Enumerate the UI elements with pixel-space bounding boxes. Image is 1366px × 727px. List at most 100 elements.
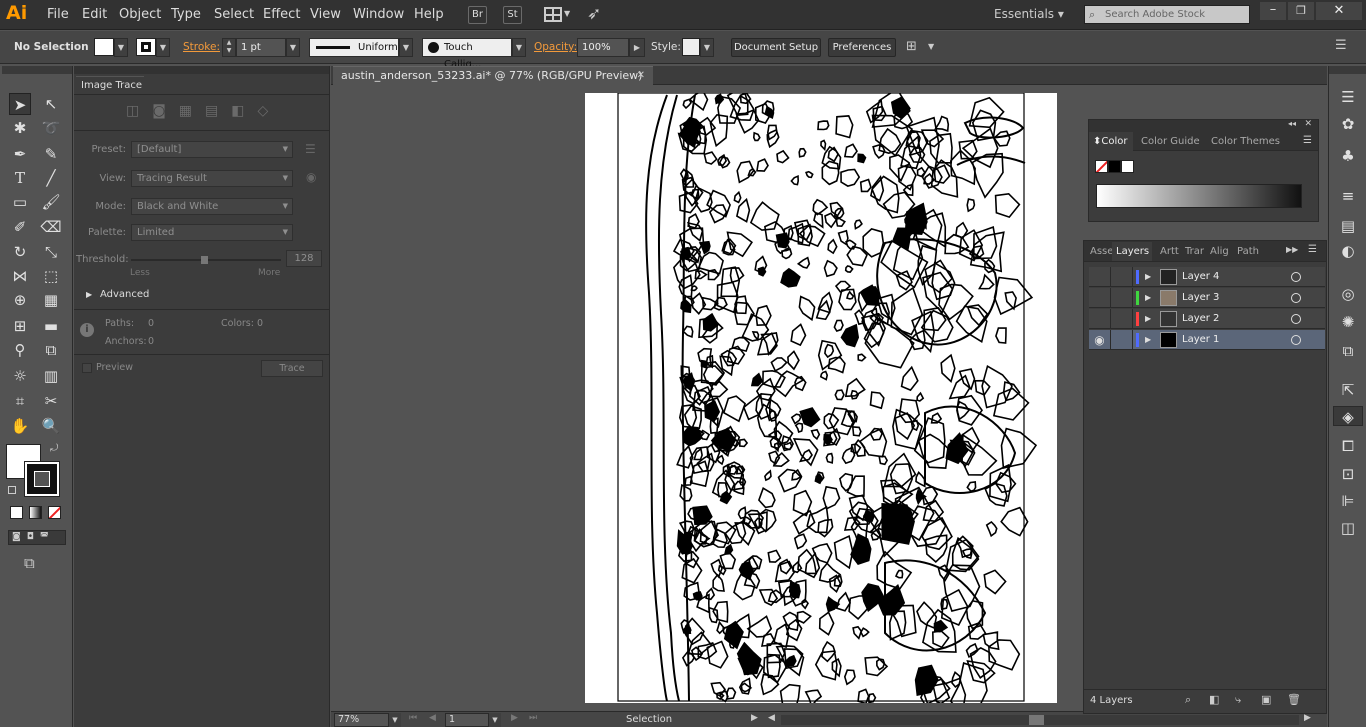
direct-selection-tool-icon[interactable]: ↖ bbox=[40, 93, 62, 115]
more-tabs-icon[interactable]: ▶▶ bbox=[1286, 245, 1298, 254]
default-colors-icon[interactable] bbox=[8, 486, 16, 494]
hand-tool-icon[interactable]: ✋ bbox=[9, 415, 31, 437]
style-dropdown[interactable]: ▼ bbox=[700, 38, 714, 57]
close-tab-icon[interactable]: ✕ bbox=[637, 67, 645, 84]
symbols-icon[interactable]: ♣ bbox=[1338, 146, 1358, 166]
free-transform-tool-icon[interactable]: ⬚ bbox=[40, 265, 62, 287]
view-select[interactable]: Tracing Result ▼ bbox=[131, 170, 293, 187]
tab-color[interactable]: ⬍Color bbox=[1089, 132, 1133, 151]
width-tool-icon[interactable]: ⋈ bbox=[9, 265, 31, 287]
opacity-dropdown[interactable]: ▶ bbox=[629, 38, 645, 57]
opacity-label[interactable]: Opacity: bbox=[534, 41, 577, 53]
tab-pathfinder[interactable]: Path bbox=[1237, 242, 1259, 261]
lock-toggle[interactable] bbox=[1111, 330, 1133, 350]
lock-toggle[interactable] bbox=[1111, 288, 1133, 308]
expand-triangle-icon[interactable]: ▶ bbox=[1145, 309, 1151, 329]
collapse-icon[interactable]: ◂◂ bbox=[1288, 119, 1296, 128]
menu-select[interactable]: Select bbox=[214, 7, 254, 22]
stroke-stepper[interactable]: ▲ ▼ bbox=[222, 38, 236, 57]
expand-triangle-icon[interactable]: ▶ bbox=[1145, 330, 1151, 350]
menu-file[interactable]: File bbox=[47, 7, 69, 22]
target-circle-icon[interactable] bbox=[1291, 272, 1301, 282]
stroke-icon[interactable]: ≡ bbox=[1338, 186, 1358, 206]
eyedropper-tool-icon[interactable]: ⚲ bbox=[9, 339, 31, 361]
stroke-weight-dropdown[interactable]: ▼ bbox=[286, 38, 300, 57]
none-mode-icon[interactable] bbox=[48, 506, 61, 519]
menu-edit[interactable]: Edit bbox=[82, 7, 107, 22]
target-circle-icon[interactable] bbox=[1291, 314, 1301, 324]
fill-swatch[interactable] bbox=[94, 38, 114, 56]
menu-type[interactable]: Type bbox=[171, 7, 201, 22]
trash-icon[interactable]: 🗑 bbox=[1287, 693, 1301, 706]
brush-definition[interactable]: Touch Callig... bbox=[422, 38, 512, 70]
search-stock-input[interactable]: ⌕ Search Adobe Stock bbox=[1084, 5, 1250, 24]
artboard-tool-icon[interactable]: ⌗ bbox=[9, 390, 31, 412]
align-icon[interactable]: ⊫ bbox=[1338, 491, 1358, 511]
draw-mode-buttons[interactable]: ◙◘◚ bbox=[8, 530, 66, 545]
links-icon[interactable]: ⧉ bbox=[1338, 341, 1358, 361]
chevron-down-icon[interactable]: ▼ bbox=[564, 9, 570, 18]
layer-name[interactable]: Layer 2 bbox=[1182, 309, 1219, 329]
expand-triangle-icon[interactable]: ▶ bbox=[1145, 267, 1151, 287]
brushes-icon[interactable]: ✿ bbox=[1338, 114, 1358, 134]
properties-icon[interactable]: ☰ bbox=[1338, 87, 1358, 107]
panel-menu-icon[interactable]: ☰ bbox=[1303, 135, 1312, 146]
preview-checkbox[interactable] bbox=[82, 363, 92, 373]
tab-artboards[interactable]: Artt bbox=[1160, 242, 1179, 261]
close-panel-icon[interactable]: ✕ bbox=[1304, 119, 1312, 129]
preferences-button[interactable]: Preferences bbox=[828, 38, 896, 57]
artboards-icon[interactable]: ⧠ bbox=[1338, 436, 1358, 456]
status-menu-icon[interactable]: ▶ bbox=[751, 713, 758, 723]
trace-button[interactable]: Trace bbox=[261, 360, 323, 377]
menu-effect[interactable]: Effect bbox=[263, 7, 300, 22]
selection-tool-icon[interactable]: ➤ bbox=[9, 93, 31, 115]
layer-name[interactable]: Layer 4 bbox=[1182, 267, 1219, 287]
previous-artboard-icon[interactable]: ◀ bbox=[429, 713, 436, 723]
workspace-switcher[interactable]: Essentials ▾ bbox=[994, 7, 1064, 21]
type-tool-icon[interactable]: T bbox=[9, 167, 31, 189]
scroll-right-icon[interactable]: ▶ bbox=[1304, 713, 1311, 723]
grayscale-ramp[interactable] bbox=[1096, 184, 1302, 208]
rectangle-tool-icon[interactable]: ▭ bbox=[9, 191, 31, 213]
panel-header[interactable] bbox=[74, 66, 329, 74]
screen-mode-icon[interactable]: ⧉ bbox=[24, 555, 46, 571]
graphic-style-swatch[interactable] bbox=[682, 38, 700, 56]
column-graph-tool-icon[interactable]: ▥ bbox=[40, 365, 62, 387]
zoom-dropdown[interactable]: ▼ bbox=[389, 713, 401, 727]
profile-dropdown[interactable]: ▼ bbox=[399, 38, 413, 57]
expand-triangle-icon[interactable]: ▶ bbox=[1145, 288, 1151, 308]
menu-view[interactable]: View bbox=[310, 7, 341, 22]
lasso-tool-icon[interactable]: ➰ bbox=[40, 117, 62, 139]
locate-object-icon[interactable]: ⌕ bbox=[1185, 693, 1191, 707]
panel-header[interactable]: ◂◂ ✕ bbox=[1089, 119, 1318, 132]
threshold-slider[interactable] bbox=[131, 256, 281, 264]
stroke-swatch[interactable] bbox=[136, 38, 156, 56]
appearance-icon[interactable]: ◎ bbox=[1338, 284, 1358, 304]
pathfinder-icon[interactable]: ◫ bbox=[1338, 518, 1358, 538]
gpu-performance-icon[interactable]: ➶ bbox=[587, 4, 601, 24]
slice-tool-icon[interactable]: ✂ bbox=[40, 390, 62, 412]
document-setup-button[interactable]: Document Setup bbox=[731, 38, 821, 57]
shaper-tool-icon[interactable]: ✐ bbox=[9, 216, 31, 238]
magic-wand-tool-icon[interactable]: ✱ bbox=[9, 117, 31, 139]
threshold-field[interactable]: 128 bbox=[286, 250, 322, 267]
gradient-mode-icon[interactable] bbox=[29, 506, 42, 519]
mode-select[interactable]: Black and White ▼ bbox=[131, 198, 293, 215]
mesh-tool-icon[interactable]: ⊞ bbox=[9, 315, 31, 337]
line-tool-icon[interactable]: ╱ bbox=[40, 167, 62, 189]
layer-row[interactable]: ▶ Layer 3 bbox=[1089, 288, 1325, 308]
tab-color-themes[interactable]: Color Themes bbox=[1211, 132, 1280, 151]
arrange-documents-icon[interactable] bbox=[544, 7, 562, 22]
swap-colors-icon[interactable]: ⤾ bbox=[50, 443, 58, 454]
layers-dock-icon[interactable]: ◈ bbox=[1333, 406, 1363, 426]
menu-help[interactable]: Help bbox=[414, 7, 444, 22]
tab-asset-export[interactable]: Asse bbox=[1090, 242, 1113, 261]
target-circle-icon[interactable] bbox=[1291, 335, 1301, 345]
tab-transform[interactable]: Trar bbox=[1185, 242, 1204, 261]
rotate-tool-icon[interactable]: ↻ bbox=[9, 241, 31, 263]
lock-toggle[interactable] bbox=[1111, 267, 1133, 287]
layer-row[interactable]: ▶ Layer 2 bbox=[1089, 309, 1325, 329]
image-trace-tab[interactable]: Image Trace bbox=[76, 76, 144, 94]
transparency-icon[interactable]: ◐ bbox=[1338, 241, 1358, 261]
stroke-label[interactable]: Stroke: bbox=[183, 41, 220, 53]
